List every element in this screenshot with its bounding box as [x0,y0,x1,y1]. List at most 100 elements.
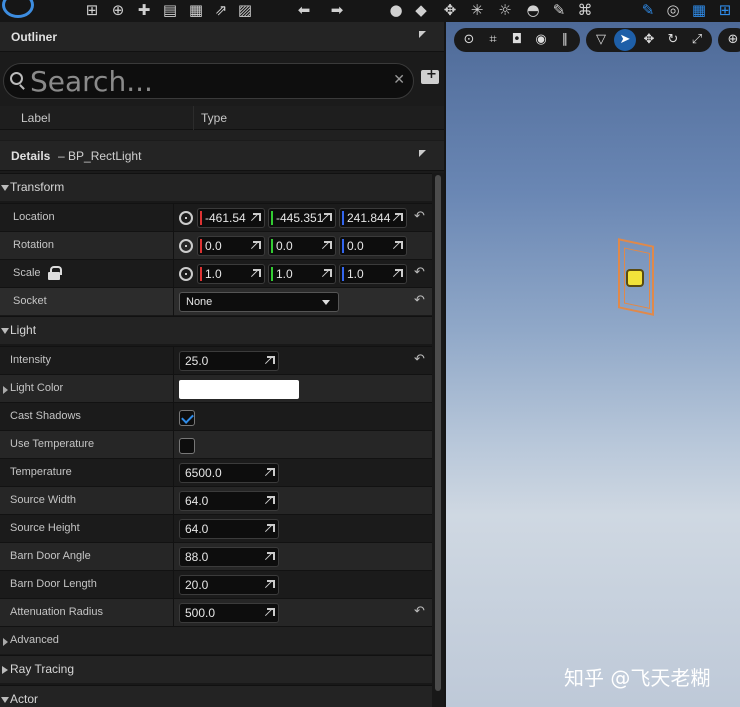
rotate-icon[interactable]: ↻ [662,29,684,51]
plugin-icon[interactable]: ⌘ [575,1,595,19]
locate-icon[interactable] [179,239,193,253]
location-y-field[interactable]: -445.351 [268,208,336,228]
reset-icon[interactable]: ↶ [414,294,426,307]
locate-icon[interactable] [179,211,193,225]
row-intensity: Intensity 25.0 ↶ [0,346,432,375]
grid-mode-icon[interactable]: ▦ [689,1,709,19]
expand-arrow-icon [1,697,9,703]
split-icon[interactable]: ∥ [554,29,576,51]
row-location: Location -461.54 -445.351 241.844 ↶ [0,203,432,232]
drag-icon [267,496,275,504]
scale-icon[interactable]: ⤢ [686,29,708,51]
blueprint-icon[interactable]: ⊕ [108,1,128,19]
scale-x-field[interactable]: 1.0 [197,264,265,284]
clear-icon[interactable]: ✕ [393,72,405,88]
screenshot-icon[interactable]: ◘ [506,29,528,51]
cast-shadows-checkbox[interactable] [179,410,195,426]
sky-icon[interactable]: ◓ [523,1,543,19]
reset-icon[interactable]: ↶ [414,353,426,366]
drag-icon [267,356,275,364]
sparkle-icon[interactable]: ✳ [467,1,487,19]
lock-icon[interactable] [48,266,62,280]
eye-icon[interactable]: ◉ [530,29,552,51]
row-scale: Scale 1.0 1.0 1.0 ↶ [0,259,432,288]
intensity-field[interactable]: 25.0 [179,351,279,371]
outliner-title: Outliner [11,30,58,44]
globe-icon[interactable]: ⊕ [722,29,740,51]
selection-icon[interactable]: ✥ [440,1,460,19]
sun-icon[interactable]: ☼ [495,1,515,19]
source-width-field[interactable]: 64.0 [179,491,279,511]
edit-icon[interactable]: ✎ [549,1,569,19]
row-advanced[interactable]: Advanced [0,626,432,654]
use-temperature-checkbox[interactable] [179,438,195,454]
expand-arrow-icon [1,185,9,191]
main-toolbar: ⊞ ⊕ ✚ ▤ ▦ ⇗ ▨ ⬅ ➡ ● ◆ ✥ ✳ ☼ ◓ ✎ ⌘ ✎ ◎ ▦ … [0,0,740,22]
expand-arrow-icon [2,666,8,674]
barn-door-length-field[interactable]: 20.0 [179,575,279,595]
column-divider[interactable] [193,106,194,130]
add-actor-icon[interactable]: ⊞ [82,1,102,19]
pencil-mode-icon[interactable]: ✎ [638,1,658,19]
export-icon[interactable]: ⇗ [211,1,231,19]
reset-icon[interactable]: ↶ [414,266,426,279]
save-all-icon[interactable]: ▦ [186,1,206,19]
light-bulb-icon[interactable]: ● [386,1,406,19]
search-icon [10,72,23,85]
rotation-y-field[interactable]: 0.0 [268,236,336,256]
crop-icon[interactable]: ⌗ [482,29,504,51]
attenuation-radius-field[interactable]: 500.0 [179,603,279,623]
target-mode-icon[interactable]: ◎ [663,1,683,19]
temperature-field[interactable]: 6500.0 [179,463,279,483]
row-barn-door-angle: Barn Door Angle 88.0 [0,542,432,571]
light-source-icon[interactable] [628,271,642,285]
column-type[interactable]: Type [201,111,227,125]
select-cursor-icon[interactable]: ➤ [614,29,636,51]
location-z-field[interactable]: 241.844 [339,208,407,228]
row-cast-shadows: Cast Shadows [0,402,432,431]
level-viewport[interactable]: ⊙ ⌗ ◘ ◉ ∥ ▽ ➤ ✥ ↻ ⤢ ⊕ 知乎 @飞天老糊 [446,22,740,707]
barn-door-angle-field[interactable]: 88.0 [179,547,279,567]
layout-mode-icon[interactable]: ⊞ [715,1,735,19]
expand-arrow-icon[interactable] [3,386,8,394]
scale-y-field[interactable]: 1.0 [268,264,336,284]
section-light[interactable]: Light [0,316,432,344]
camera-focus-icon[interactable]: ⊙ [458,29,480,51]
back-arrow-icon[interactable]: ⬅ [294,1,314,19]
drag-icon [395,241,403,249]
socket-dropdown[interactable]: None [179,292,339,312]
reset-icon[interactable]: ↶ [414,210,426,223]
light-color-swatch[interactable] [179,380,299,399]
save-icon[interactable]: ▤ [160,1,180,19]
rotation-x-field[interactable]: 0.0 [197,236,265,256]
light-mode-icon[interactable]: ◆ [411,1,431,19]
add-folder-icon[interactable] [421,67,439,84]
outliner-search[interactable]: ✕ [3,63,414,99]
row-source-width: Source Width 64.0 [0,486,432,515]
section-transform[interactable]: Transform [0,173,432,201]
location-x-field[interactable]: -461.54 [197,208,265,228]
rotation-z-field[interactable]: 0.0 [339,236,407,256]
details-scrollbar[interactable] [435,175,441,691]
details-subject: – BP_RectLight [58,149,142,163]
filter-icon[interactable]: ▽ [590,29,612,51]
collapse-icon[interactable] [419,150,426,157]
drag-icon [395,213,403,221]
locate-icon[interactable] [179,267,193,281]
collapse-icon[interactable] [419,31,426,38]
reset-icon[interactable]: ↶ [414,605,426,618]
image-icon[interactable]: ▨ [235,1,255,19]
cinematics-icon[interactable]: ✚ [134,1,154,19]
forward-arrow-icon[interactable]: ➡ [327,1,347,19]
section-ray-tracing[interactable]: Ray Tracing [0,655,432,683]
scale-z-field[interactable]: 1.0 [339,264,407,284]
left-panel: Outliner ✕ Label Type Details – BP_RectL… [0,22,444,707]
source-height-field[interactable]: 64.0 [179,519,279,539]
move-icon[interactable]: ✥ [638,29,660,51]
outliner-list[interactable] [0,130,444,140]
unreal-logo-icon[interactable] [2,0,34,18]
section-actor[interactable]: Actor [0,685,432,707]
drag-icon [324,241,332,249]
search-input[interactable] [30,66,390,96]
column-label[interactable]: Label [21,111,50,125]
